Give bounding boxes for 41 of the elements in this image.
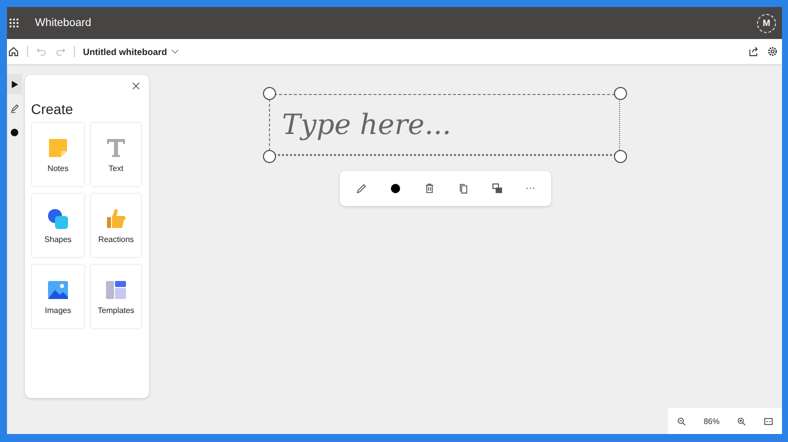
pointer-icon[interactable] xyxy=(10,80,19,88)
document-title-button[interactable]: Untitled whiteboard xyxy=(83,46,179,56)
create-item[interactable]: Reactions xyxy=(91,194,141,257)
delete-icon[interactable] xyxy=(424,183,434,194)
image-icon xyxy=(46,278,70,302)
color-dot-icon[interactable] xyxy=(390,183,400,194)
zoom-in-icon[interactable] xyxy=(737,416,746,426)
text-field[interactable]: Type here... xyxy=(270,107,619,142)
panel-heading: Create xyxy=(31,101,74,117)
letter-t-icon xyxy=(104,136,128,160)
pen-icon[interactable] xyxy=(10,104,19,112)
resize-handle[interactable] xyxy=(263,87,276,100)
create-item[interactable]: Notes xyxy=(32,123,84,186)
create-item[interactable]: Shapes xyxy=(32,194,84,257)
shapes-icon xyxy=(46,207,70,231)
more-button[interactable]: ··· xyxy=(526,183,536,194)
create-item[interactable]: Templates xyxy=(91,265,141,328)
copy-icon[interactable] xyxy=(458,183,468,194)
share-icon[interactable] xyxy=(748,46,759,57)
caret-icon[interactable] xyxy=(171,49,179,54)
create-item[interactable]: Images xyxy=(32,265,84,328)
thumbs-up-icon xyxy=(104,207,128,231)
color-dot-icon[interactable] xyxy=(10,128,19,136)
resize-handle[interactable] xyxy=(263,150,276,163)
create-item[interactable]: Text xyxy=(91,123,141,186)
zoom-out-icon[interactable] xyxy=(676,416,686,426)
resize-handle[interactable] xyxy=(614,87,627,100)
app-title: Whiteboard xyxy=(35,17,92,29)
template-icon xyxy=(104,278,128,302)
home-icon[interactable] xyxy=(8,46,19,57)
select-tool[interactable] xyxy=(7,74,22,94)
fit-screen-icon[interactable] xyxy=(764,416,774,426)
close-icon[interactable] xyxy=(132,82,140,90)
pen-icon[interactable] xyxy=(356,183,366,194)
resize-handle[interactable] xyxy=(614,150,627,163)
sticky-note-icon xyxy=(46,136,70,160)
settings-icon[interactable] xyxy=(767,46,778,57)
avatar[interactable]: M xyxy=(757,14,776,32)
app-launcher-icon[interactable] xyxy=(9,18,19,28)
zoom-level: 86% xyxy=(704,416,720,426)
format-icon[interactable] xyxy=(492,183,502,194)
